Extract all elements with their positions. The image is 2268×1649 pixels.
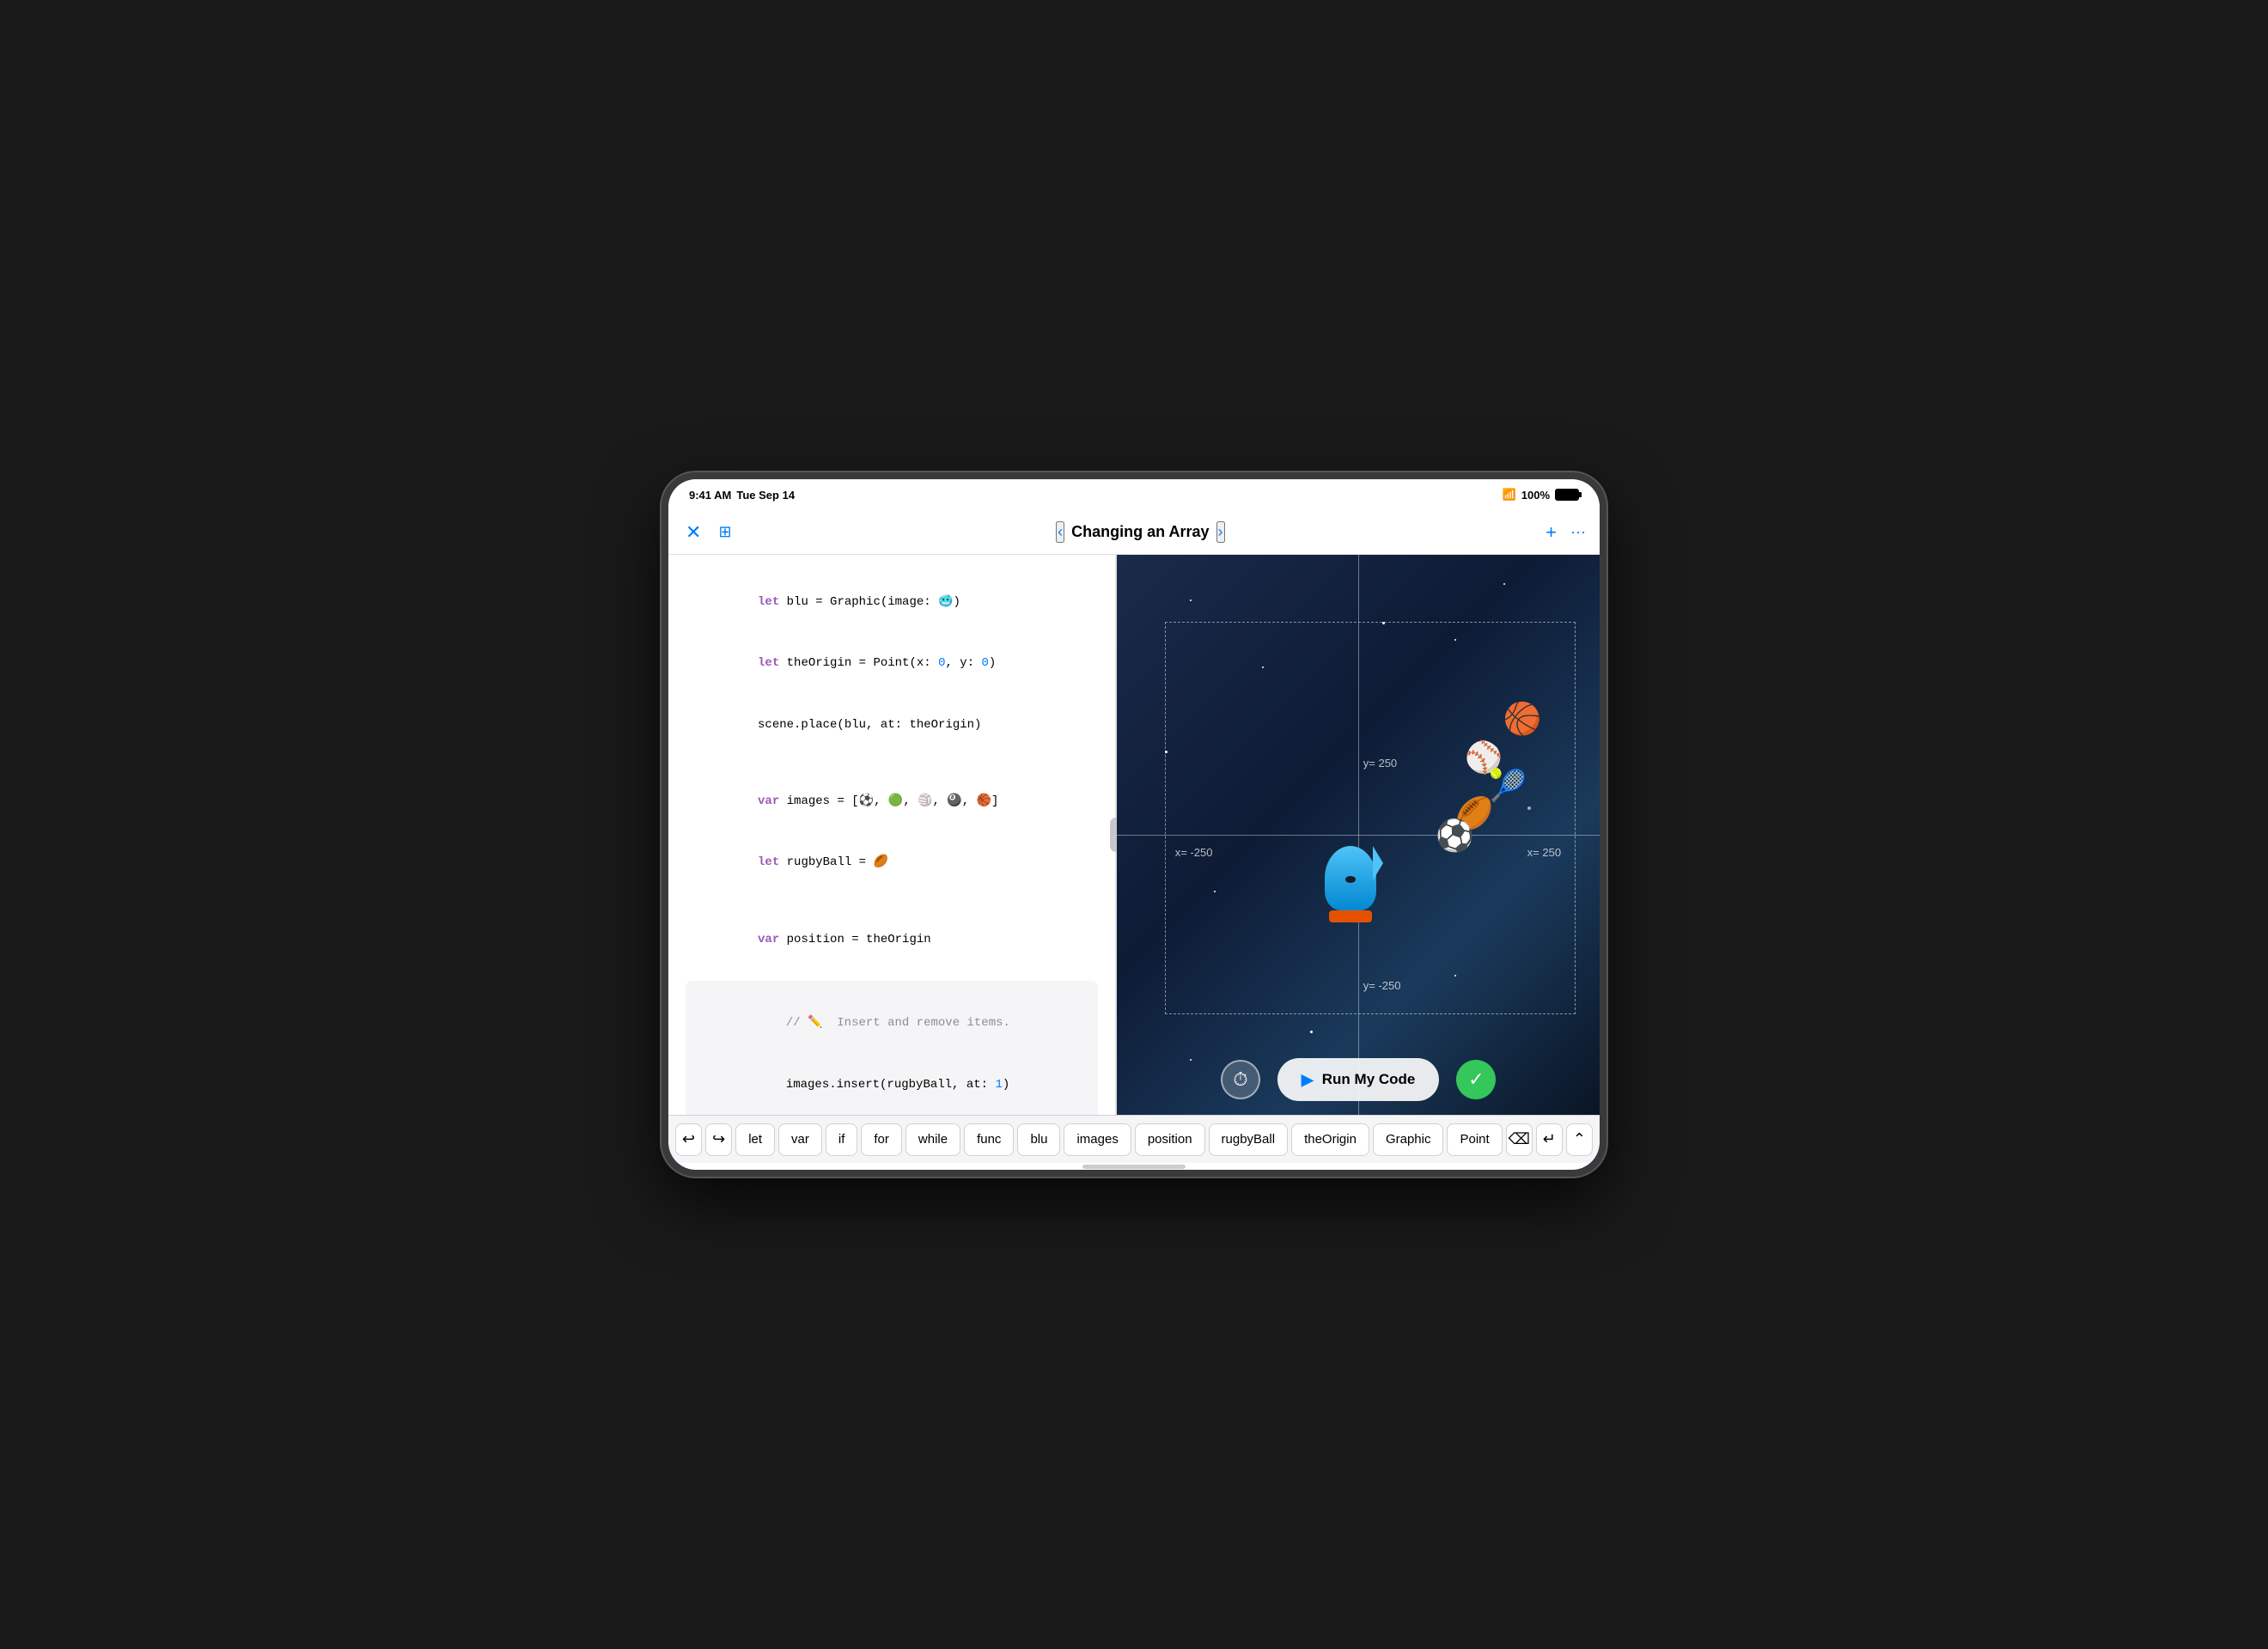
code-line-2: let theOrigin = Point(x: 0, y: 0)	[686, 633, 1098, 694]
graphic-button[interactable]: Graphic	[1373, 1123, 1444, 1156]
status-right: 📶 100%	[1503, 488, 1579, 502]
close-button[interactable]: ✕	[682, 518, 704, 547]
playground-panel: y= 250 y= -250 x= -250 x= 250 🏀 ⚾ 🎾	[1117, 555, 1600, 1115]
theorigin-button[interactable]: theOrigin	[1291, 1123, 1369, 1156]
num-1: 1	[995, 1078, 1002, 1092]
run-code-button[interactable]: ▶ Run My Code	[1277, 1058, 1439, 1101]
kw-var-1: var	[758, 794, 779, 808]
num-0-1: 0	[938, 656, 945, 670]
code-panel[interactable]: let blu = Graphic(image: 🥶) let theOrigi…	[668, 555, 1115, 1115]
star-1	[1190, 599, 1192, 601]
ball-basketball: 🏀	[1503, 701, 1542, 737]
status-left: 9:41 AM Tue Sep 14	[689, 489, 795, 502]
axis-label-y-bottom: y= -250	[1363, 979, 1401, 992]
return-button[interactable]: ↵	[1536, 1123, 1563, 1156]
ball-tennis: 🎾	[1489, 768, 1527, 804]
main-content: let blu = Graphic(image: 🥶) let theOrigi…	[668, 555, 1600, 1115]
func-button[interactable]: func	[964, 1123, 1014, 1156]
axis-label-x-right: x= 250	[1527, 846, 1561, 859]
kw-let-1: let	[758, 595, 779, 609]
comment-insert: // ✏️ Insert and remove items.	[699, 993, 1084, 1054]
redo-button[interactable]: ↪	[705, 1123, 732, 1156]
check-button[interactable]: ✓	[1456, 1060, 1496, 1099]
code-block[interactable]: // ✏️ Insert and remove items. images.in…	[686, 981, 1098, 1115]
wifi-icon: 📶	[1503, 488, 1516, 502]
ball-soccer: ⚽	[1436, 818, 1474, 854]
kw-var-2: var	[758, 933, 779, 946]
code-line-3: scene.place(blu, at: theOrigin)	[686, 695, 1098, 756]
code-line-4: var images = [⚽, 🟢, 🏐, 🎱, 🏀]	[686, 771, 1098, 832]
star-8	[1310, 1031, 1313, 1033]
if-button[interactable]: if	[826, 1123, 858, 1156]
nav-forward-button[interactable]: ›	[1216, 521, 1225, 543]
collapse-button[interactable]: ⌃	[1566, 1123, 1593, 1156]
time: 9:41 AM	[689, 489, 731, 502]
battery-percent: 100%	[1521, 489, 1550, 502]
battery-icon	[1555, 489, 1579, 501]
rugbyball-button[interactable]: rugbyBall	[1209, 1123, 1289, 1156]
axis-vertical	[1358, 555, 1359, 1115]
var-button[interactable]: var	[778, 1123, 822, 1156]
star-4	[1503, 583, 1505, 585]
images-button[interactable]: images	[1064, 1123, 1131, 1156]
char-body	[1325, 846, 1376, 910]
for-button[interactable]: for	[861, 1123, 902, 1156]
kw-let-2: let	[758, 656, 779, 670]
point-button[interactable]: Point	[1447, 1123, 1502, 1156]
date: Tue Sep 14	[736, 489, 795, 502]
home-indicator	[668, 1163, 1600, 1170]
kw-let-3: let	[758, 855, 779, 869]
device-frame: 9:41 AM Tue Sep 14 📶 100% ✕ ⊞ ‹ Changing…	[662, 472, 1606, 1177]
bottom-toolbar: ↩ ↪ let var if for while func blu images…	[668, 1115, 1600, 1163]
char-eye	[1345, 876, 1356, 883]
axis-label-y-top: y= 250	[1363, 757, 1397, 770]
let-button[interactable]: let	[735, 1123, 775, 1156]
sidebar-button[interactable]: ⊞	[715, 520, 735, 545]
nav-right-buttons: + ···	[1546, 521, 1586, 544]
insert-line: images.insert(rugbyBall, at: 1)	[699, 1055, 1084, 1115]
add-button[interactable]: +	[1546, 521, 1557, 544]
nav-back-button[interactable]: ‹	[1056, 521, 1064, 543]
axis-label-x-left: x= -250	[1175, 846, 1213, 859]
more-button[interactable]: ···	[1570, 523, 1586, 541]
timer-button[interactable]: ⏱	[1221, 1060, 1260, 1099]
num-0-2: 0	[982, 656, 989, 670]
blu-button[interactable]: blu	[1017, 1123, 1060, 1156]
character-blu	[1325, 846, 1376, 922]
boundary-box	[1165, 622, 1575, 1013]
char-base	[1329, 910, 1372, 922]
delete-button[interactable]: ⌫	[1506, 1123, 1533, 1156]
code-line-6: var position = theOrigin	[686, 910, 1098, 971]
nav-bar: ✕ ⊞ ‹ Changing an Array › + ···	[668, 510, 1600, 555]
home-bar	[1082, 1165, 1186, 1169]
code-line-5: let rugbyBall = 🏉	[686, 833, 1098, 894]
status-bar: 9:41 AM Tue Sep 14 📶 100%	[668, 479, 1600, 510]
nav-title-group: ‹ Changing an Array ›	[746, 521, 1536, 543]
run-code-label: Run My Code	[1322, 1071, 1416, 1088]
playground-bottom: ⏱ ▶ Run My Code ✓	[1117, 1058, 1600, 1101]
play-icon: ▶	[1302, 1071, 1314, 1089]
nav-title: Changing an Array	[1071, 523, 1209, 541]
comment-text-1: // ✏️ Insert and remove items.	[786, 1016, 1010, 1030]
position-button[interactable]: position	[1135, 1123, 1205, 1156]
undo-button[interactable]: ↩	[675, 1123, 702, 1156]
device-screen: 9:41 AM Tue Sep 14 📶 100% ✕ ⊞ ‹ Changing…	[668, 479, 1600, 1170]
while-button[interactable]: while	[905, 1123, 960, 1156]
code-line-1: let blu = Graphic(image: 🥶)	[686, 572, 1098, 633]
